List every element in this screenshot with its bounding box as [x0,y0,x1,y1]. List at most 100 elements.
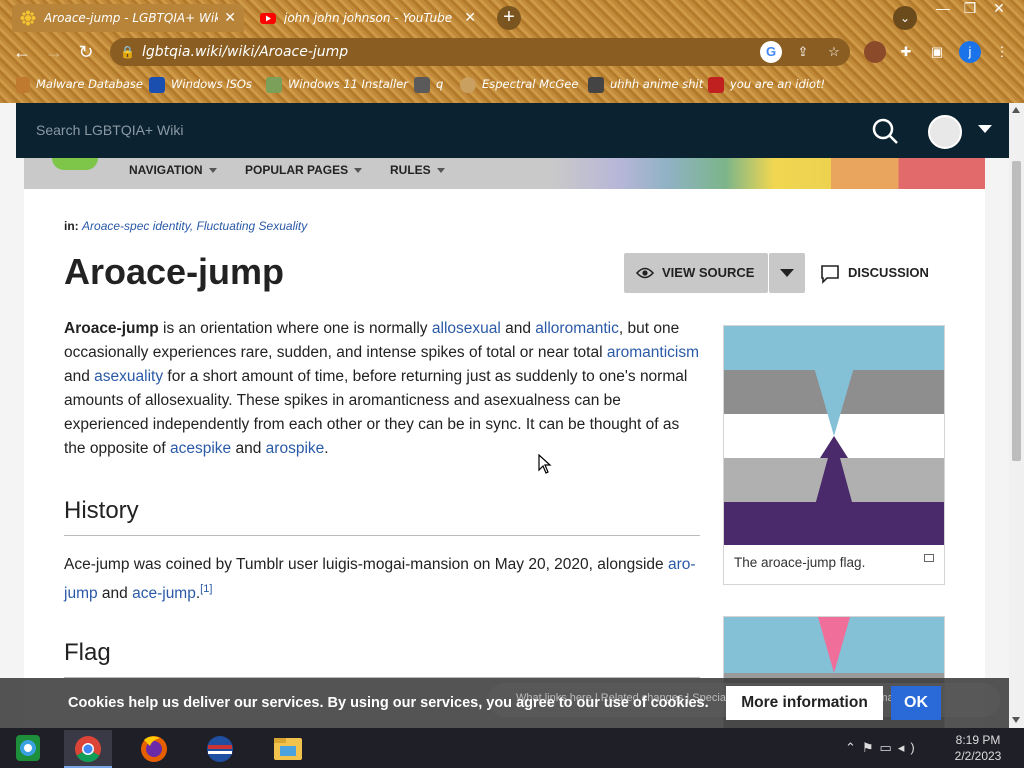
menu-kebab-icon[interactable]: ⋮ [991,41,1013,63]
view-source-dropdown[interactable] [769,253,805,293]
more-information-button[interactable]: More information [726,686,883,720]
bookmark-q-icon [414,76,430,93]
close-tab-icon[interactable]: ✕ [224,10,236,26]
page-title: Aroace-jump [64,251,285,292]
chevron-down-icon[interactable] [978,125,992,133]
wiki-search-input[interactable]: Search LGBTQIA+ Wiki [36,103,183,158]
browser-chrome: Aroace-jump - LGBTQIA+ Wiki ✕ john john … [0,0,1024,103]
system-tray-icons[interactable]: ⌃⚑▭◂) [845,740,921,756]
extensions-puzzle-icon[interactable]: ✚ [895,41,917,63]
bookmark-windows-isos[interactable]: Windows ISOs [149,72,252,96]
back-arrow-icon[interactable]: ← [10,40,34,64]
extension-avatar-icon[interactable] [864,41,886,63]
reload-icon[interactable]: ↻ [74,40,98,64]
wiki-header: Search LGBTQIA+ Wiki [16,103,1009,158]
page-viewport: Search LGBTQIA+ Wiki NAVIGATION POPULAR … [0,103,1009,728]
cookie-message: Cookies help us deliver our services. By… [68,695,709,711]
link-arospike[interactable]: arospike [266,440,325,457]
nav-navigation[interactable]: NAVIGATION [129,158,217,182]
new-tab-button[interactable]: + [497,6,521,30]
share-icon[interactable]: ⇪ [792,41,814,63]
bookmark-windows-11-installer[interactable]: Windows 11 Installer [266,72,408,96]
discussion-button[interactable]: DISCUSSION [820,253,929,293]
search-icon[interactable] [871,117,899,145]
nav-popular-pages[interactable]: POPULAR PAGES [245,158,363,182]
tab-search-chevron-icon[interactable]: ⌄ [893,6,917,30]
bookmark-star-icon[interactable]: ☆ [823,41,845,63]
tab-youtube[interactable]: john john johnson - YouTube ✕ [252,4,484,32]
eye-icon [636,267,654,279]
chevron-down-icon [436,168,445,174]
tab-aroace-jump[interactable]: Aroace-jump - LGBTQIA+ Wiki ✕ [12,4,244,32]
lock-icon: 🔒 [120,45,135,59]
flag-caption: The aroace-jump flag. [734,555,866,570]
clock[interactable]: 8:19 PM 2/2/2023 [948,732,1008,764]
bookmark-anime[interactable]: uhhh anime shit [588,72,703,96]
speech-bubble-icon [821,265,839,284]
image-icon [266,76,282,93]
tab-title: john john johnson - YouTube [284,11,453,25]
start-button[interactable] [4,730,52,768]
caret-down-icon [780,269,794,277]
bookmark-espectral-mcgee[interactable]: Espectral McGee [460,72,578,96]
history-paragraph: Ace-jump was coined by Tumblr user luigi… [64,556,696,603]
chevron-down-icon [208,168,217,174]
x-icon [149,76,165,93]
ok-button[interactable]: OK [891,686,941,720]
profile-button[interactable]: j [959,41,981,63]
heading-history: History [64,497,700,536]
restore-icon[interactable]: ❐ [955,0,985,18]
firefox-taskbar-button[interactable] [130,730,178,768]
enlarge-icon[interactable] [924,554,934,562]
close-tab-icon[interactable]: ✕ [464,10,476,26]
bookmarks-bar: Malware Database Windows ISOs Windows 11… [0,72,1024,96]
bookmark-malware-database[interactable]: Malware Database [16,72,143,96]
article-content: in: Aroace-spec identity, Fluctuating Se… [24,189,985,728]
flag-figure: The aroace-jump flag. [723,325,945,585]
link-ace-jump[interactable]: ace-jump [132,585,196,602]
windows-taskbar: ⌃⚑▭◂) 8:19 PM 2/2/2023 [0,728,1024,768]
cookie-banner: What links here | Related changes | Spec… [0,678,1009,728]
bookmark-you-are-an-idiot[interactable]: you are an idiot! [708,72,825,96]
aroace-jump-flag-image[interactable] [724,326,944,545]
file-explorer-taskbar-button[interactable] [264,730,312,768]
wiki-favicon-icon [20,10,36,26]
app-taskbar-button[interactable] [196,730,244,768]
chrome-icon [75,736,101,763]
forward-arrow-icon[interactable]: → [42,40,66,64]
link-aromanticism[interactable]: aromanticism [607,344,699,361]
app-round-icon [207,736,233,762]
view-source-button[interactable]: VIEW SOURCE [624,253,768,293]
youtube-favicon-icon [260,10,276,26]
mouse-cursor-icon [538,454,552,474]
wiki-logo[interactable] [52,158,98,170]
link-acespike[interactable]: acespike [170,440,231,457]
category-links[interactable]: Aroace-spec identity, Fluctuating Sexual… [82,219,307,233]
tab-title: Aroace-jump - LGBTQIA+ Wiki [44,11,219,25]
page-scrollbar[interactable] [1009,103,1024,728]
link-alloromantic[interactable]: alloromantic [535,320,619,337]
google-icon[interactable]: G [760,41,782,63]
chrome-taskbar-button[interactable] [64,730,112,768]
folder-icon [16,76,30,93]
close-window-icon[interactable]: ✕ [984,0,1014,18]
address-bar[interactable]: 🔒 lgbtqia.wiki/wiki/Aroace-jump [110,38,850,66]
folder-icon [274,738,302,760]
nav-rules[interactable]: RULES [390,158,445,182]
side-panel-icon[interactable]: ▣ [926,41,948,63]
intro-paragraph: Aroace-jump is an orientation where one … [64,320,699,457]
minimize-icon[interactable]: — [928,0,958,18]
heading-flag: Flag [64,639,700,678]
bookmark-q[interactable]: q [414,72,443,96]
user-avatar[interactable] [928,115,962,149]
link-asexuality[interactable]: asexuality [94,368,163,385]
avatar-icon [460,76,476,93]
scroll-down-icon[interactable] [1012,717,1020,723]
link-allosexual[interactable]: allosexual [432,320,501,337]
reference-link[interactable]: [1] [200,583,212,595]
wiki-nav-bar: NAVIGATION POPULAR PAGES RULES [24,158,985,189]
scroll-up-icon[interactable] [1012,107,1020,113]
scrollbar-thumb[interactable] [1012,161,1021,461]
anime-icon [588,76,604,93]
browser-toolbar: ← → ↻ 🔒 lgbtqia.wiki/wiki/Aroace-jump G … [0,36,1024,68]
